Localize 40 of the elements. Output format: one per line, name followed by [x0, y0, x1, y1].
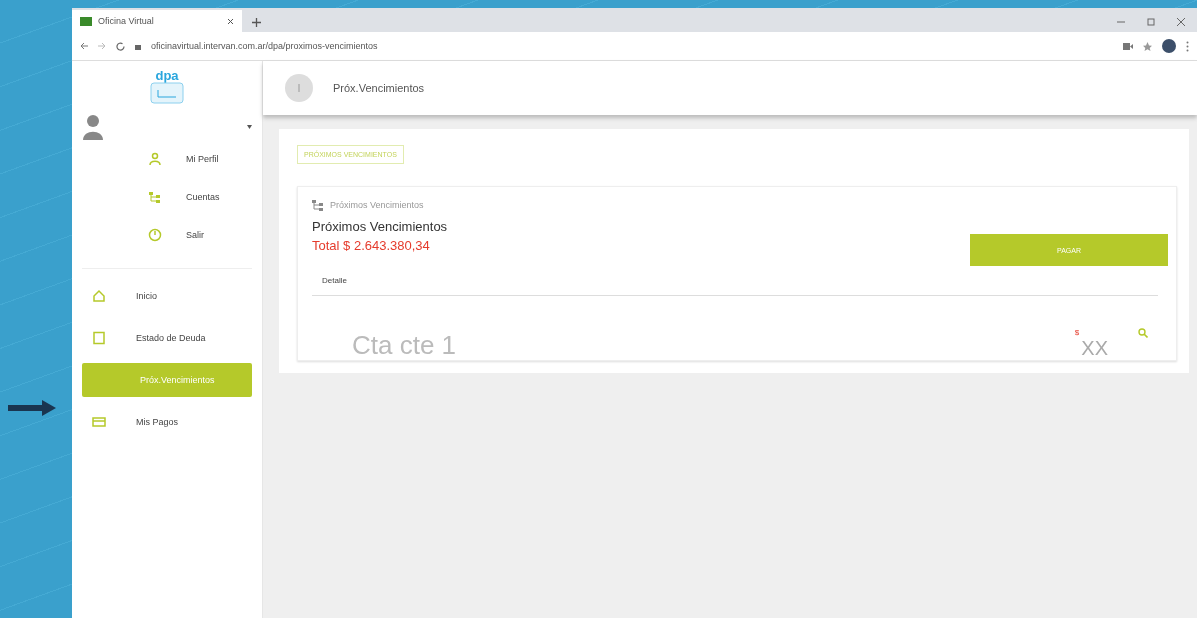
power-icon — [148, 228, 162, 242]
account-name: Cta cte 1 — [352, 330, 457, 360]
user-menu-item[interactable]: Mi Perfil — [82, 140, 252, 178]
maximize-icon[interactable] — [1147, 18, 1155, 26]
user-menu-item[interactable]: Cuentas — [82, 178, 252, 216]
home-icon — [92, 289, 106, 303]
favicon-icon — [80, 16, 92, 26]
menu-toggle-icon[interactable] — [285, 74, 313, 102]
star-icon[interactable] — [1143, 41, 1152, 51]
nav-item[interactable]: Mis Pagos — [82, 405, 252, 439]
card-title: Próximos Vencimientos — [312, 219, 449, 234]
profile-avatar[interactable] — [1162, 39, 1176, 53]
accounts-icon — [312, 199, 324, 211]
url-field[interactable]: oficinavirtual.intervan.com.ar/dpa/proximos-vencimientos — [151, 41, 1113, 51]
detail-tab[interactable]: Detalle — [312, 266, 1158, 296]
logo-icon — [150, 82, 184, 104]
close-icon[interactable] — [227, 17, 234, 25]
close-icon[interactable] — [1177, 18, 1185, 26]
user-avatar-icon[interactable] — [82, 114, 104, 140]
menu-icon[interactable] — [1186, 40, 1189, 52]
arrow-icon — [8, 400, 56, 416]
card-caption: Próximos Vencimientos — [330, 200, 424, 210]
caret-icon[interactable] — [247, 125, 252, 129]
browser-tab[interactable]: Oficina Virtual — [72, 10, 242, 32]
reload-icon[interactable] — [116, 41, 125, 51]
user-menu-item[interactable]: Salir — [82, 216, 252, 254]
person-icon — [148, 152, 162, 166]
page-title: Próx.Vencimientos — [333, 82, 425, 94]
logo-text: dpa — [155, 69, 179, 82]
total-amount: Total $ 2.643.380,34 — [312, 238, 430, 253]
new-tab-icon[interactable] — [252, 18, 261, 27]
currency-symbol: $ — [1074, 327, 1080, 337]
card-icon — [92, 415, 106, 429]
camera-icon[interactable] — [1123, 42, 1133, 50]
doc-icon — [92, 331, 106, 345]
back-icon[interactable] — [80, 42, 88, 50]
amount-value: XX — [1081, 336, 1108, 360]
accounts-icon — [148, 190, 162, 204]
nav-item[interactable]: Inicio — [82, 279, 252, 313]
nav-item[interactable]: Estado de Deuda — [82, 321, 252, 355]
